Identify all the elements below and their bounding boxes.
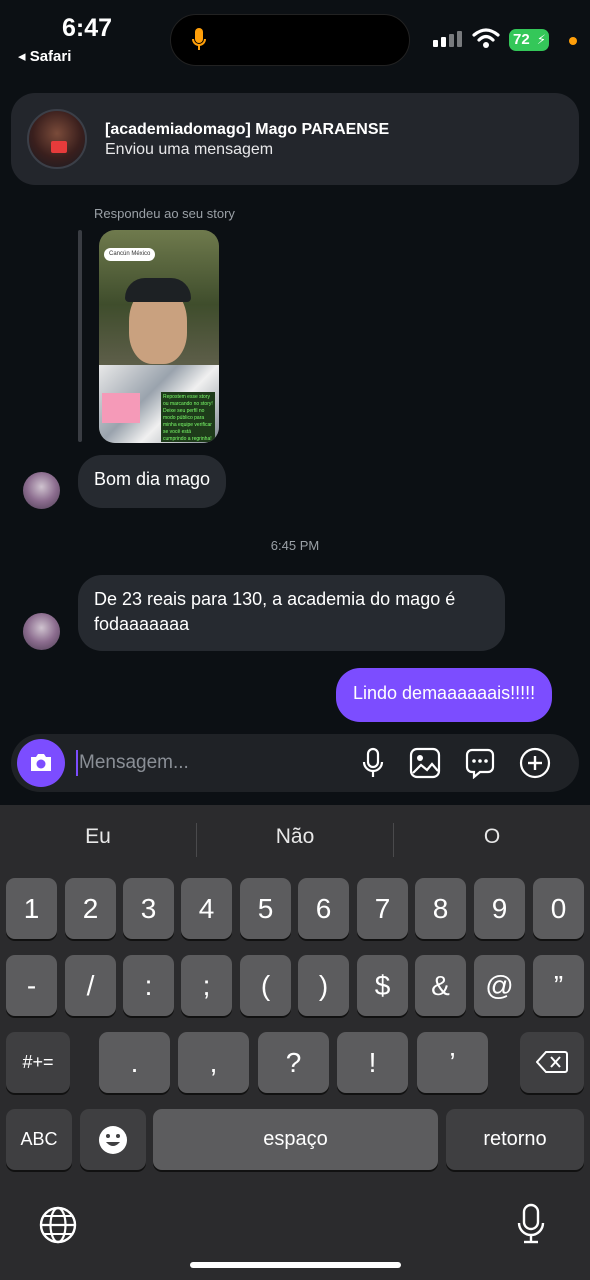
suggestion-bar: Eu Não O [0, 805, 590, 875]
key-abc[interactable]: ABC [6, 1109, 72, 1170]
home-indicator[interactable] [190, 1262, 401, 1268]
battery-icon: 72 ⚡ [509, 29, 549, 51]
dynamic-island [170, 14, 410, 66]
wifi-icon [472, 27, 500, 54]
notification-banner[interactable]: [academiadomago] Mago PARAENSE Enviou um… [11, 93, 579, 185]
story-thumbnail[interactable]: Cancún México Repostem esse story ou mar… [99, 230, 219, 443]
battery-percent: 72 [513, 31, 530, 48]
message-bubble-incoming[interactable]: De 23 reais para 130, a academia do mago… [78, 575, 505, 651]
location-chip: Cancún México [104, 248, 156, 261]
key-symbols[interactable]: #+= [6, 1032, 70, 1093]
story-reply-label: Respondeu ao seu story [94, 206, 235, 221]
camera-button[interactable] [17, 739, 65, 787]
message-bubble-outgoing[interactable]: Lindo demaaaaaais!!!!! [336, 668, 553, 722]
key-2[interactable]: 2 [65, 878, 116, 939]
key-8[interactable]: 8 [415, 878, 466, 939]
dictation-icon[interactable] [516, 1203, 546, 1250]
camera-icon [31, 754, 51, 771]
story-sticker [102, 393, 140, 423]
emoji-icon [99, 1126, 127, 1154]
contact-avatar[interactable] [23, 472, 60, 509]
key-at[interactable]: @ [474, 955, 525, 1016]
key-9[interactable]: 9 [474, 878, 525, 939]
story-cap [125, 278, 191, 302]
suggestion-item[interactable]: O [394, 825, 590, 849]
privacy-dot [569, 37, 577, 45]
gallery-icon[interactable] [409, 747, 441, 784]
status-time: 6:47 [62, 14, 113, 42]
key-exclamation[interactable]: ! [337, 1032, 408, 1093]
key-dollar[interactable]: $ [357, 955, 408, 1016]
key-1[interactable]: 1 [6, 878, 57, 939]
status-bar: 6:47 ◂ Safari 72 ⚡ [0, 0, 590, 80]
keyboard: Eu Não O 1 2 3 4 5 6 7 8 9 0 - / : ; ( )… [0, 805, 590, 1280]
key-semicolon[interactable]: ; [181, 955, 232, 1016]
message-input[interactable] [79, 747, 339, 779]
return-key[interactable]: retorno [446, 1109, 584, 1170]
key-close-paren[interactable]: ) [298, 955, 349, 1016]
microphone-icon [191, 27, 207, 58]
key-0[interactable]: 0 [533, 878, 584, 939]
charging-bolt-icon: ⚡ [536, 32, 546, 47]
message-bubble-incoming[interactable]: Bom dia mago [78, 455, 227, 508]
notification-subtitle: Enviou uma mensagem [105, 141, 274, 158]
suggestion-item[interactable]: Não [197, 825, 393, 849]
emoji-key[interactable] [80, 1109, 146, 1170]
backspace-icon [536, 1051, 568, 1073]
suggestion-item[interactable]: Eu [0, 825, 196, 849]
notification-title: [academiadomago] Mago PARAENSE [105, 121, 390, 138]
contact-avatar[interactable] [23, 613, 60, 650]
key-open-paren[interactable]: ( [240, 955, 291, 1016]
screen: 6:47 ◂ Safari 72 ⚡ [academiadomago] Mago… [0, 0, 590, 1280]
key-comma[interactable]: , [178, 1032, 249, 1093]
key-hyphen[interactable]: - [6, 955, 57, 1016]
key-question[interactable]: ? [258, 1032, 329, 1093]
key-quote[interactable]: ” [533, 955, 584, 1016]
key-4[interactable]: 4 [181, 878, 232, 939]
key-7[interactable]: 7 [357, 878, 408, 939]
backspace-key[interactable] [520, 1032, 584, 1093]
microphone-icon[interactable] [361, 747, 385, 784]
message-timestamp: 6:45 PM [270, 538, 320, 553]
globe-icon[interactable] [38, 1205, 78, 1250]
sender-avatar [27, 109, 87, 169]
sticker-icon[interactable] [464, 747, 496, 784]
key-slash[interactable]: / [65, 955, 116, 1016]
key-5[interactable]: 5 [240, 878, 291, 939]
key-3[interactable]: 3 [123, 878, 174, 939]
key-apostrophe[interactable]: ’ [417, 1032, 488, 1093]
key-ampersand[interactable]: & [415, 955, 466, 1016]
text-caret [76, 750, 78, 776]
plus-icon[interactable] [519, 747, 551, 784]
key-period[interactable]: . [99, 1032, 170, 1093]
back-to-safari-link[interactable]: ◂ Safari [18, 47, 71, 65]
key-colon[interactable]: : [123, 955, 174, 1016]
signal-icon [433, 31, 462, 47]
space-key[interactable]: espaço [153, 1109, 438, 1170]
reply-indicator-line [78, 230, 82, 442]
story-note: Repostem esse story ou marcando no story… [161, 392, 215, 442]
key-6[interactable]: 6 [298, 878, 349, 939]
message-composer [11, 734, 579, 792]
